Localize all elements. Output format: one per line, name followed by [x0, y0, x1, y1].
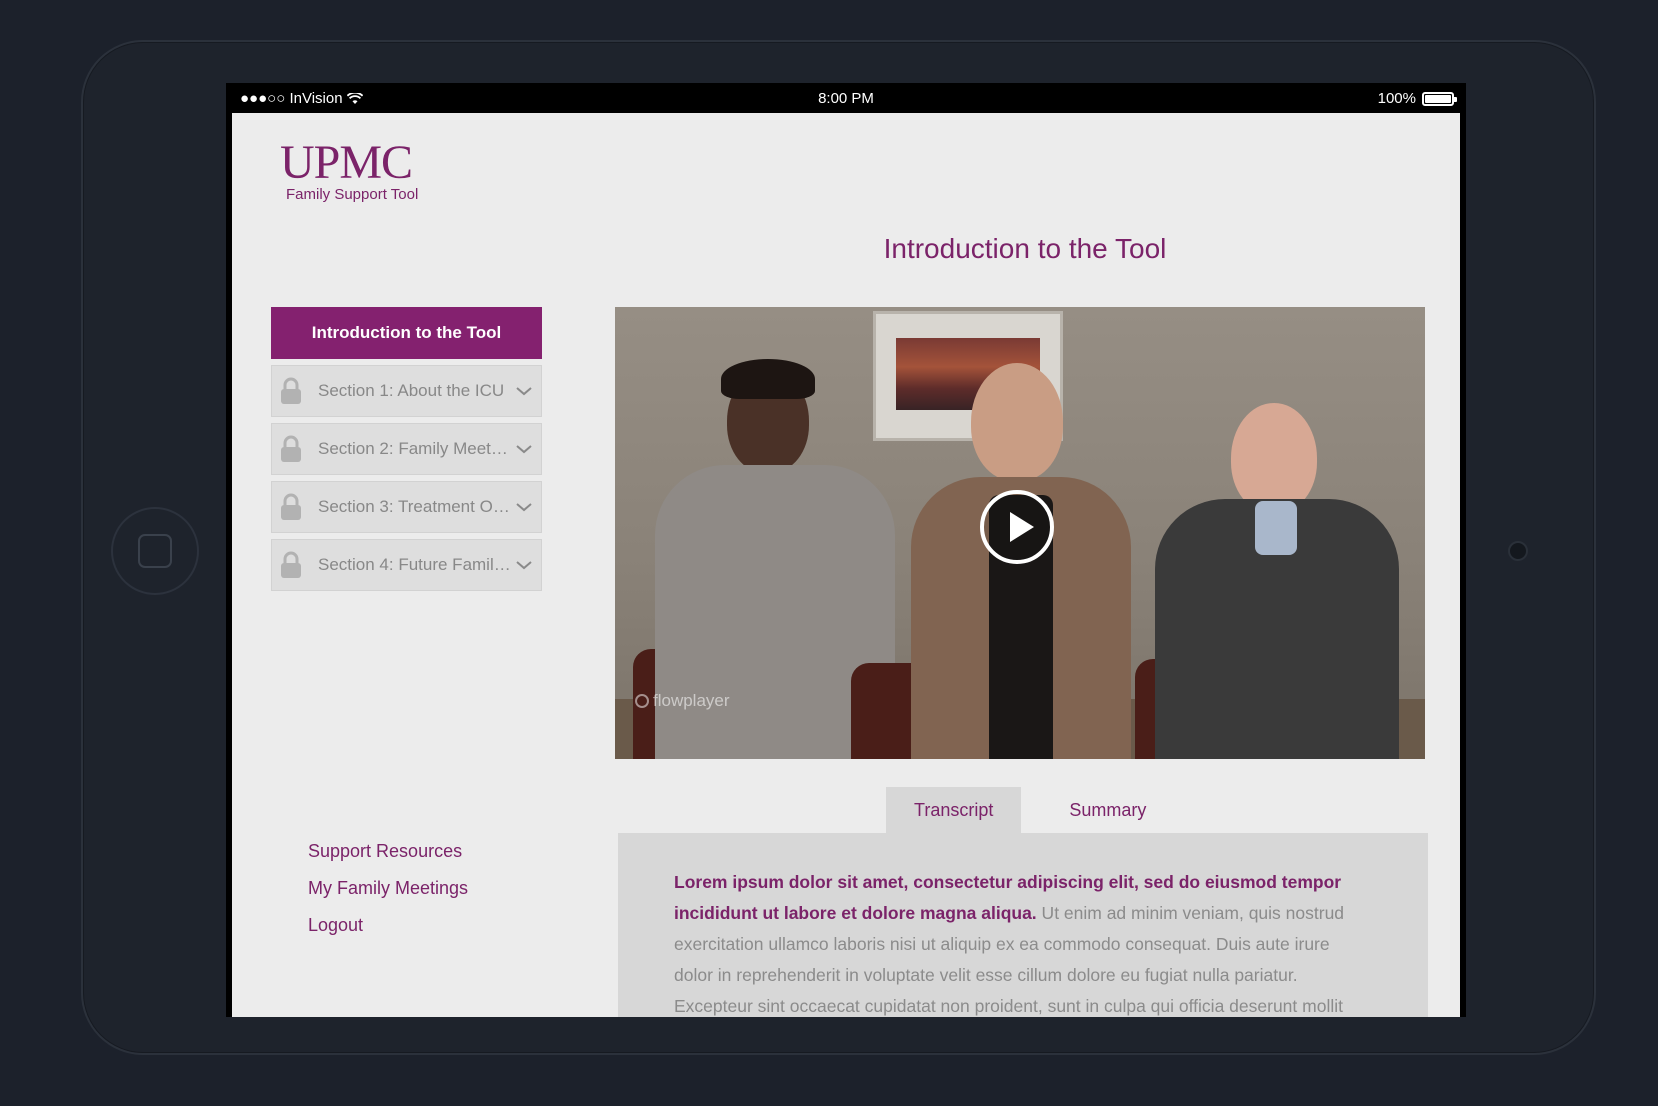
play-button[interactable]	[980, 490, 1054, 564]
sidebar-item-introduction[interactable]: Introduction to the Tool	[271, 307, 542, 359]
support-resources-link[interactable]: Support Resources	[308, 841, 468, 861]
logo-subtitle: Family Support Tool	[286, 186, 419, 203]
lock-icon	[281, 551, 301, 578]
battery-percent: 100%	[1377, 90, 1416, 107]
footer-links: Support Resources My Family Meetings Log…	[308, 841, 468, 952]
sidebar-item-label: Section 1: About the ICU	[318, 381, 505, 400]
sidebar-item-section-3[interactable]: Section 3: Treatment Opt...	[271, 481, 542, 533]
tab-summary[interactable]: Summary	[1041, 787, 1174, 833]
flowplayer-label: flowplayer	[653, 691, 730, 710]
chevron-down-icon[interactable]	[515, 559, 533, 571]
status-time: 8:00 PM	[818, 90, 874, 107]
home-button[interactable]	[111, 507, 199, 595]
logout-link[interactable]: Logout	[308, 915, 468, 935]
transcript-panel: Lorem ipsum dolor sit amet, consectetur …	[618, 833, 1428, 1017]
my-family-meetings-link[interactable]: My Family Meetings	[308, 878, 468, 898]
lock-icon	[281, 493, 301, 520]
flowplayer-watermark: flowplayer	[635, 691, 730, 711]
sidebar-item-label: Section 2: Family Meeting...	[318, 439, 511, 458]
home-square-icon	[138, 534, 172, 568]
content-tabs: Transcript Summary	[886, 787, 1174, 833]
battery-icon	[1422, 91, 1457, 106]
sidebar-item-label: Section 4: Future Family...	[318, 555, 511, 574]
flowplayer-icon	[635, 694, 649, 708]
lock-icon	[281, 377, 301, 404]
device-screen: ●●●○○ InVision 8:00 PM 100% UPMC Family …	[226, 83, 1466, 1017]
logo-wordmark: UPMC	[280, 136, 413, 189]
status-battery: 100%	[1377, 90, 1457, 107]
chevron-down-icon[interactable]	[515, 501, 533, 513]
person-right	[1155, 403, 1399, 759]
status-bar: ●●●○○ InVision 8:00 PM 100%	[226, 83, 1466, 113]
app-screen: UPMC Family Support Tool Introduction to…	[232, 113, 1460, 1017]
sidebar-nav: Introduction to the Tool Section 1: Abou…	[271, 307, 542, 591]
battery-fill	[1425, 94, 1451, 103]
chevron-down-icon[interactable]	[515, 385, 533, 397]
lock-icon	[281, 435, 301, 462]
sidebar-item-label: Section 3: Treatment Opt...	[318, 497, 511, 516]
tab-transcript[interactable]: Transcript	[886, 787, 1022, 833]
sidebar-item-section-2[interactable]: Section 2: Family Meeting...	[271, 423, 542, 475]
camera-dot	[1508, 541, 1528, 561]
video-player[interactable]: flowplayer	[615, 307, 1425, 759]
page-title: Introduction to the Tool	[883, 233, 1167, 264]
chevron-down-icon[interactable]	[515, 443, 533, 455]
play-icon	[1010, 512, 1034, 542]
sidebar-item-section-4[interactable]: Section 4: Future Family...	[271, 539, 542, 591]
upmc-logo[interactable]: UPMC Family Support Tool	[280, 136, 419, 204]
sidebar-item-section-1[interactable]: Section 1: About the ICU	[271, 365, 542, 417]
